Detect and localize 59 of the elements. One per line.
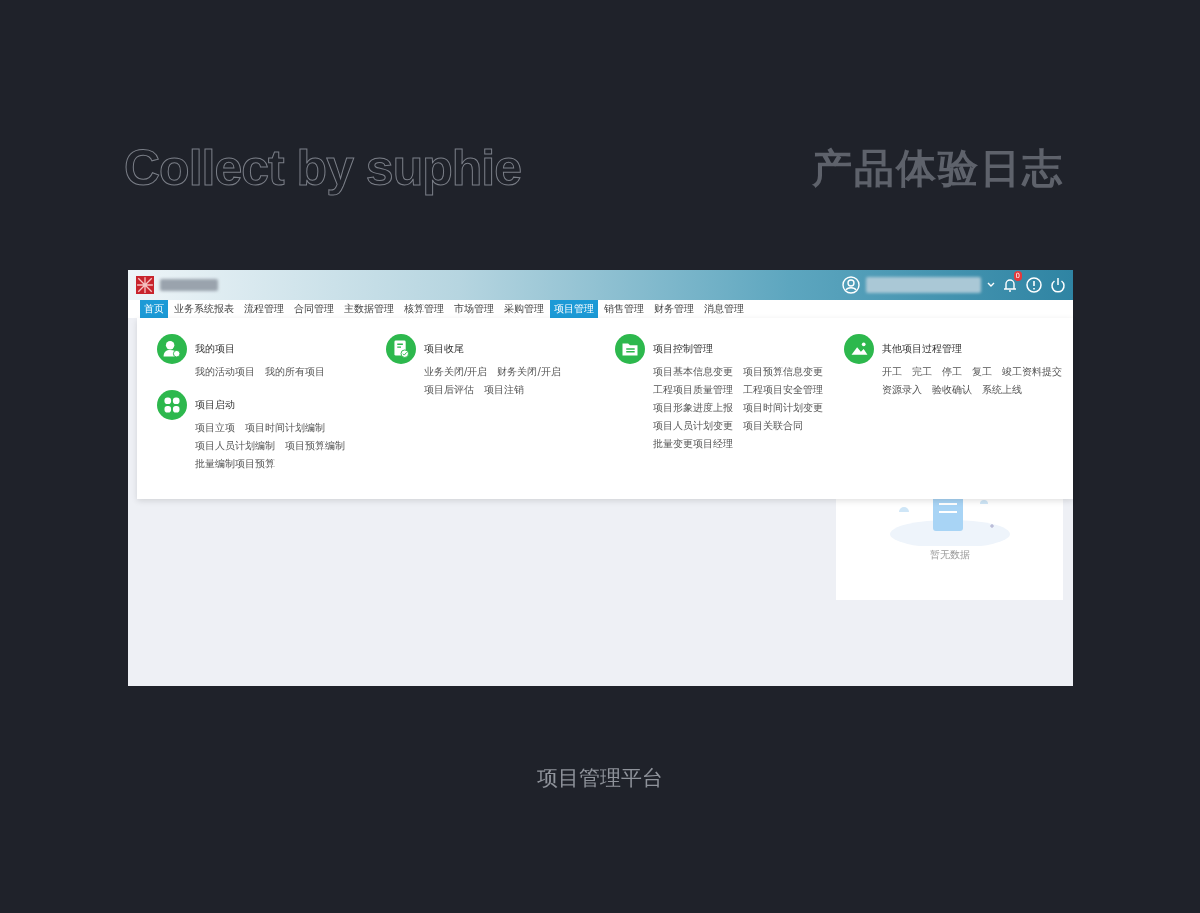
slide-caption: 项目管理平台 bbox=[536, 765, 664, 792]
slide-title: 产品体验日志 bbox=[812, 143, 1064, 193]
menu-link[interactable]: 项目人员计划编制 bbox=[195, 440, 275, 452]
menu-link[interactable]: 工程项目质量管理 bbox=[653, 384, 733, 396]
menu-link[interactable]: 项目时间计划变更 bbox=[743, 402, 823, 414]
menu-group-title: 其他项目过程管理 bbox=[882, 342, 963, 356]
menu-link[interactable]: 工程项目安全管理 bbox=[743, 384, 823, 396]
menu-link[interactable]: 项目注销 bbox=[484, 384, 524, 396]
menu-link[interactable]: 我的所有项目 bbox=[265, 366, 325, 378]
menu-link[interactable]: 项目预算编制 bbox=[285, 440, 345, 452]
menu-link[interactable]: 项目关联合同 bbox=[743, 420, 803, 432]
chevron-down-icon[interactable] bbox=[987, 282, 995, 288]
nav-tab[interactable]: 合同管理 bbox=[290, 300, 338, 318]
menu-link[interactable]: 竣工资料提交 bbox=[1002, 366, 1062, 378]
menu-group-title: 我的项目 bbox=[195, 342, 236, 356]
menu-link[interactable]: 系统上线 bbox=[982, 384, 1022, 396]
nav-tab[interactable]: 核算管理 bbox=[400, 300, 448, 318]
nav-tab[interactable]: 采购管理 bbox=[500, 300, 548, 318]
nav-tab[interactable]: 主数据管理 bbox=[340, 300, 398, 318]
power-icon[interactable] bbox=[1049, 276, 1067, 294]
menu-link[interactable]: 我的活动项目 bbox=[195, 366, 255, 378]
menu-link[interactable]: 资源录入 bbox=[882, 384, 922, 396]
nav-tab[interactable]: 业务系统报表 bbox=[170, 300, 238, 318]
document-check-icon bbox=[386, 334, 416, 364]
menu-group-title: 项目控制管理 bbox=[653, 342, 714, 356]
grid-icon bbox=[157, 390, 187, 420]
menu-link[interactable]: 项目人员计划变更 bbox=[653, 420, 733, 432]
nav-tab[interactable]: 流程管理 bbox=[240, 300, 288, 318]
menu-link[interactable]: 项目基本信息变更 bbox=[653, 366, 733, 378]
logo-icon bbox=[136, 276, 154, 294]
user-icon bbox=[157, 334, 187, 364]
watermark-title: Collect by suphie bbox=[124, 139, 521, 197]
menu-link[interactable]: 业务关闭/开启 bbox=[424, 366, 488, 378]
menu-link[interactable]: 复工 bbox=[972, 366, 992, 378]
menu-group-title: 项目收尾 bbox=[424, 342, 465, 356]
info-icon[interactable] bbox=[1025, 276, 1043, 294]
menu-link[interactable]: 项目立项 bbox=[195, 422, 235, 434]
menu-link[interactable]: 项目形象进度上报 bbox=[653, 402, 733, 414]
user-icon[interactable] bbox=[842, 276, 860, 294]
nav-tab[interactable]: 销售管理 bbox=[600, 300, 648, 318]
menu-link[interactable]: 项目后评估 bbox=[424, 384, 474, 396]
menu-link[interactable]: 项目时间计划编制 bbox=[245, 422, 325, 434]
image-icon bbox=[844, 334, 874, 364]
nav-tab[interactable]: 消息管理 bbox=[700, 300, 748, 318]
empty-state-text: 暂无数据 bbox=[929, 548, 970, 562]
blurred-logo-text bbox=[160, 279, 218, 291]
menu-link[interactable]: 停工 bbox=[942, 366, 962, 378]
nav-tab[interactable]: 市场管理 bbox=[450, 300, 498, 318]
folder-icon bbox=[615, 334, 645, 364]
nav-tab[interactable]: 财务管理 bbox=[650, 300, 698, 318]
menu-link[interactable]: 开工 bbox=[882, 366, 902, 378]
menu-link[interactable]: 验收确认 bbox=[932, 384, 972, 396]
menu-link[interactable]: 完工 bbox=[912, 366, 932, 378]
menu-link[interactable]: 项目预算信息变更 bbox=[743, 366, 823, 378]
menu-link[interactable]: 批量变更项目经理 bbox=[653, 438, 733, 450]
menu-group-title: 项目启动 bbox=[195, 398, 236, 412]
menu-link[interactable]: 批量编制项目预算 bbox=[195, 458, 275, 470]
menu-link[interactable]: 财务关闭/开启 bbox=[497, 366, 561, 378]
bell-icon[interactable] bbox=[1001, 276, 1019, 294]
